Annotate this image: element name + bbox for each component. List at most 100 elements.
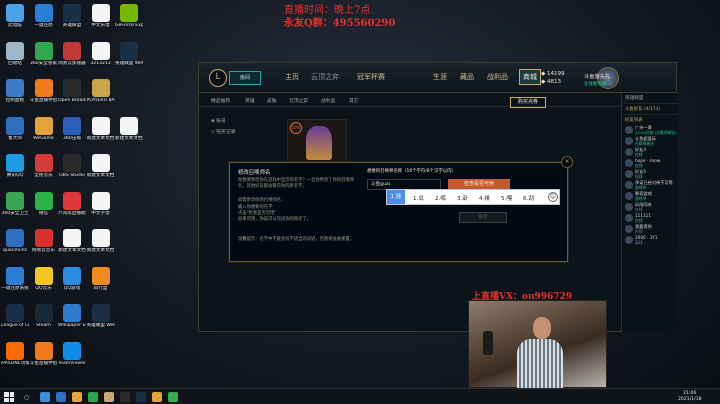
desktop-icon[interactable]: quanminlz bbox=[1, 229, 29, 253]
desktop-icon[interactable]: 新建文本文档 bbox=[87, 154, 115, 178]
friend-row[interactable]: 111111 在线 bbox=[622, 213, 677, 224]
desktop-icon[interactable]: GeForce Experience bbox=[115, 4, 143, 28]
desktop-icon[interactable]: OBS Studio bbox=[58, 154, 86, 178]
ime-candidate[interactable]: 6.刮 bbox=[523, 194, 534, 202]
subtab-other[interactable]: 其它 bbox=[349, 97, 359, 104]
friends-group-douyu[interactable]: 斗鱼好友 (4/173) bbox=[622, 103, 677, 114]
tab-profile[interactable]: 生涯 bbox=[433, 72, 447, 82]
desktop-icon[interactable]: 英雄联盟 WeGame版 bbox=[87, 304, 115, 328]
desktop-icon[interactable]: 360安全管家 bbox=[30, 41, 58, 66]
desktop-icon[interactable]: 六间房直播助手 bbox=[58, 191, 86, 216]
summoner-status[interactable]: 在线服务器(1) bbox=[584, 81, 612, 87]
friend-row[interactable]: 承诺已经对神不可等 游戏中 bbox=[622, 180, 677, 191]
desktop-icon[interactable]: 风行盒 bbox=[87, 266, 115, 291]
taskbar-clock[interactable]: 21:06 2021/1/18 bbox=[678, 391, 702, 403]
app-icon bbox=[63, 191, 81, 210]
desktop-icon[interactable]: 此电脑 bbox=[1, 4, 29, 28]
subtab-featured[interactable]: 精品推荐 bbox=[211, 97, 230, 104]
desktop-icon[interactable]: TeamViewer bbox=[58, 341, 86, 366]
desktop-icon[interactable]: League of Legends bbox=[1, 304, 29, 328]
tab-loot[interactable]: 战利品 bbox=[487, 72, 508, 82]
subtab-tft[interactable]: 云顶之弈 bbox=[289, 97, 308, 104]
league-logo-icon[interactable]: L bbox=[209, 69, 227, 87]
desktop-icon[interactable]: 一键还原 bbox=[30, 4, 58, 28]
desktop-icon[interactable]: 英雄联盟 WeGame版 bbox=[115, 41, 143, 66]
friend-row[interactable]: 我要得到 在线 bbox=[622, 224, 677, 235]
desktop-icon[interactable]: 微信 bbox=[30, 191, 58, 216]
desktop-icon[interactable]: 回收站 bbox=[1, 41, 29, 66]
desktop-icon[interactable]: 鲁大师 bbox=[1, 116, 29, 141]
app-icon bbox=[34, 191, 53, 210]
buy-rp-button[interactable]: 购买点券 bbox=[510, 97, 546, 108]
play-button[interactable]: 房间 bbox=[229, 71, 261, 85]
side-option-account[interactable]: ◈ 账号 bbox=[211, 117, 226, 124]
ime-candidate[interactable]: 4.褂 bbox=[479, 194, 490, 202]
desktop-icon[interactable]: 英雄联盟 bbox=[58, 4, 86, 28]
desktop-icon[interactable]: 新建文本文档 bbox=[87, 229, 115, 253]
desktop-icon[interactable]: 新建文本文档 bbox=[87, 116, 115, 141]
tab-home[interactable]: 主页 bbox=[285, 72, 299, 82]
taskbar-app-icon[interactable] bbox=[72, 392, 82, 402]
friend-row[interactable]: 朝荷游戏 游戏中 bbox=[622, 191, 677, 202]
desktop-icon[interactable]: QQ游戏 bbox=[58, 266, 86, 291]
ime-candidate[interactable]: 1.瓜 bbox=[413, 194, 424, 202]
friend-row[interactable]: 风雨同舟 在线 bbox=[622, 202, 677, 213]
desktop-icon-label: 回收站 bbox=[8, 60, 22, 66]
desktop-icon[interactable]: 360压缩 bbox=[58, 116, 86, 141]
taskbar-app-icon[interactable] bbox=[104, 392, 114, 402]
taskbar-app-icon[interactable] bbox=[88, 392, 98, 402]
search-icon[interactable]: ○ bbox=[24, 394, 29, 401]
taskbar-app-icon[interactable] bbox=[120, 392, 130, 402]
desktop-icon[interactable]: 腾讯QQ bbox=[1, 154, 29, 178]
desktop-icon[interactable]: Open Broadcast bbox=[58, 79, 86, 103]
desktop-icon[interactable]: QQ音乐 bbox=[30, 266, 58, 291]
friend-row[interactable]: 斗鱼超爱玩 召唤师峡谷 bbox=[622, 136, 677, 147]
desktop-icon[interactable]: 中文乐谱 bbox=[87, 4, 115, 28]
subtab-champions[interactable]: 英雄 bbox=[245, 97, 255, 104]
friend-row[interactable]: 广州一哥 15:00开始 (召唤师峡谷) bbox=[622, 125, 677, 136]
ime-candidate[interactable]: 2.呱 bbox=[435, 194, 446, 202]
friend-row[interactable]: 好友5 在线 bbox=[622, 169, 677, 180]
store-item-card[interactable]: 20% bbox=[287, 119, 347, 167]
desktop-icon[interactable]: 360安全卫士 bbox=[1, 191, 29, 216]
desktop-icon[interactable]: 网易云加速器 bbox=[58, 41, 86, 66]
desktop-icon[interactable]: 一键还原系统 bbox=[1, 266, 29, 291]
emoji-icon[interactable]: ☺ bbox=[548, 192, 558, 202]
taskbar-app-icon[interactable] bbox=[168, 392, 178, 402]
desktop-icon[interactable]: 中文字谱 bbox=[87, 191, 115, 216]
ime-candidate[interactable]: 5.嘎 bbox=[501, 194, 512, 202]
desktop-icon[interactable]: Wallpaper Engine bbox=[58, 304, 86, 328]
desktop-icon[interactable]: 控制面板 bbox=[1, 79, 29, 103]
taskbar-app-icon[interactable] bbox=[152, 392, 162, 402]
tab-collection[interactable]: 藏品 bbox=[460, 72, 474, 82]
desktop-icon[interactable]: 斗鱼直播伴侣 bbox=[30, 341, 58, 366]
desktop-icon[interactable]: Steam bbox=[30, 304, 58, 328]
tab-store[interactable]: 商城 bbox=[519, 69, 541, 85]
taskbar-app-icon[interactable] bbox=[136, 392, 146, 402]
desktop-icon[interactable]: 新建文本文档(2) bbox=[115, 116, 143, 141]
windows-start-icon[interactable] bbox=[4, 392, 14, 402]
desktop-icon[interactable]: PLAYERU BATTLEGR bbox=[87, 79, 115, 103]
ime-candidate[interactable]: 3.卦 bbox=[457, 194, 468, 202]
desktop-icon[interactable]: WeGame bbox=[30, 116, 58, 141]
subtab-skins[interactable]: 皮肤 bbox=[267, 97, 277, 104]
friend-row[interactable]: 好友3 在线 bbox=[622, 147, 677, 158]
desktop-icon[interactable]: 斗鱼直播伴侣 bbox=[30, 79, 58, 103]
ime-candidate-selected[interactable]: 1.挂 bbox=[387, 190, 405, 204]
friends-group-list[interactable]: 好友列表 bbox=[622, 114, 677, 125]
friend-row[interactable]: hope · snow 在线 bbox=[622, 158, 677, 169]
subtab-loot[interactable]: 战利品 bbox=[321, 97, 335, 104]
taskbar-app-icon[interactable] bbox=[40, 392, 50, 402]
taskbar-app-icon[interactable] bbox=[56, 392, 66, 402]
desktop-icon[interactable]: 3213213 bbox=[87, 41, 115, 66]
confirm-button[interactable]: 确定 bbox=[459, 212, 507, 223]
desktop-icon[interactable]: iPASONE功能软件 bbox=[1, 341, 29, 366]
side-option-history[interactable]: ◇ 购买记录 bbox=[211, 128, 235, 135]
close-icon[interactable]: × bbox=[561, 156, 573, 168]
desktop-icon[interactable]: 网易云音乐 bbox=[30, 229, 58, 253]
desktop-icon[interactable]: 全民音乐 bbox=[30, 154, 58, 178]
friend-row[interactable]: 2000 · 3Y1 离线 bbox=[622, 235, 677, 246]
tab-tft[interactable]: 云顶之弈 bbox=[311, 72, 339, 82]
tab-clash[interactable]: 冠军杯赛 bbox=[357, 72, 385, 82]
desktop-icon[interactable]: 新建文本文档 bbox=[58, 229, 86, 253]
